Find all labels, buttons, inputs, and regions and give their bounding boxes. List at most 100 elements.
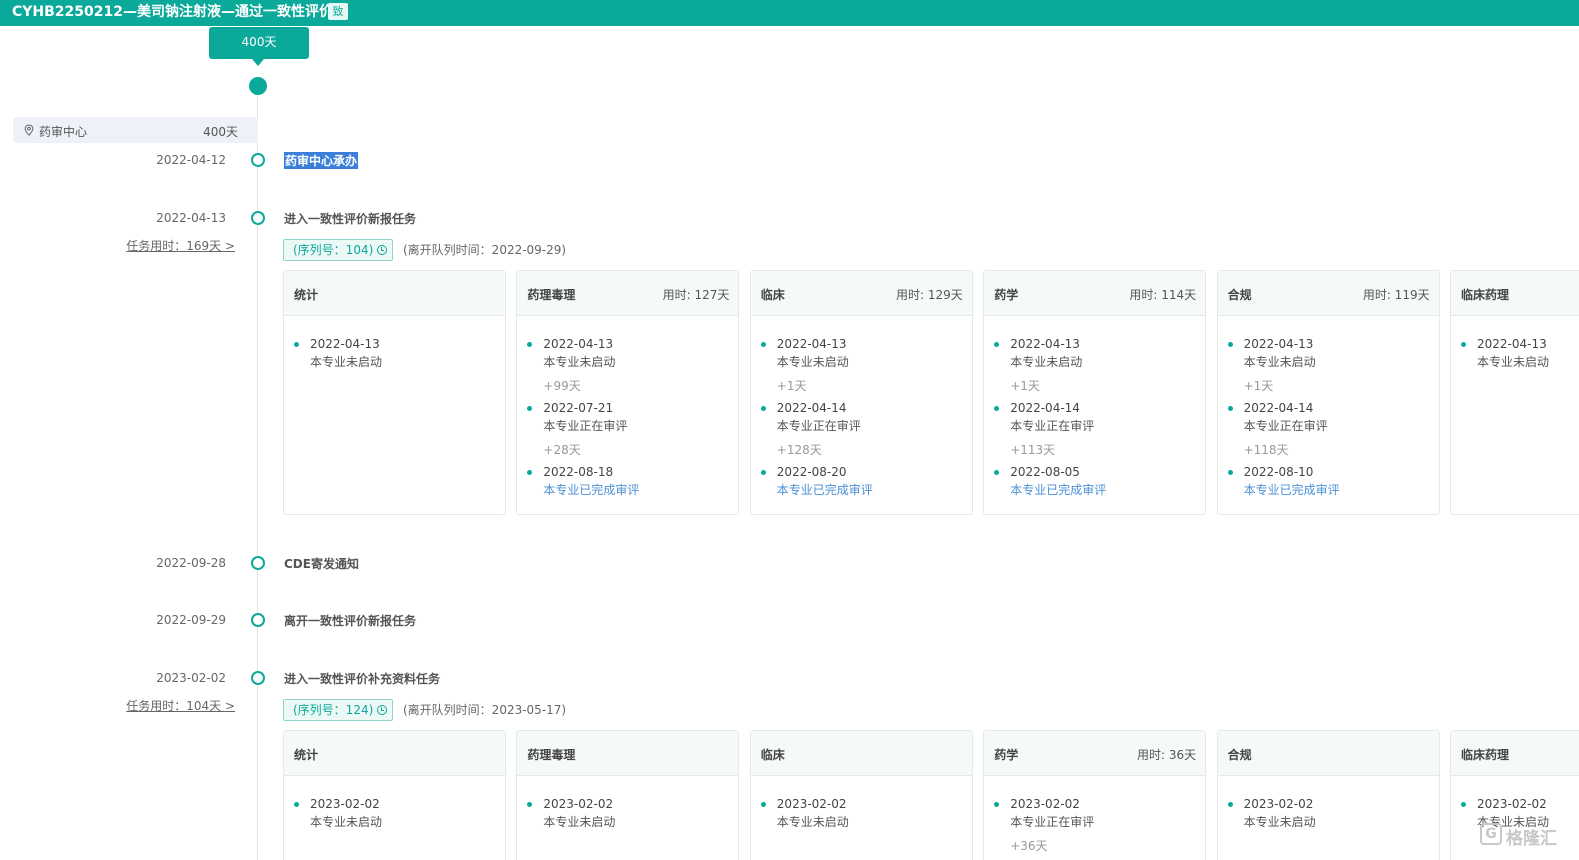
review-card: 合规 用时: 119天 2022-04-13 本专业未启动 2022-04-14 本专业正…: [1216, 270, 1440, 515]
card-header: 合规: [1217, 731, 1439, 776]
review-card: 药学 用时: 114天 2022-04-13 本专业未启动 2022-04-14 本专业正…: [983, 270, 1207, 515]
step-date: 2022-04-13: [1243, 337, 1314, 351]
time-used: 用时: 36天: [1137, 748, 1197, 762]
bullet-dot: [294, 342, 299, 347]
step-date: 2022-08-18: [543, 465, 614, 479]
bullet-dot: [760, 342, 766, 347]
discipline-name: 临床: [760, 748, 785, 762]
review-card: 临床 用时: 129天 2022-04-13 本专业未启动 2022-04-14 本专业正…: [749, 270, 973, 515]
card-header: 临床 用时: 129天: [750, 271, 972, 316]
timeline-event: 2023-02-02 进入一致性评价补充资料任务: [0, 669, 1579, 689]
step-status: 本专业未启动: [310, 815, 383, 829]
task-duration-link[interactable]: 任务用时：169天 >: [0, 237, 235, 254]
event-date: 2022-09-28: [156, 556, 226, 570]
discipline-name: 药理毒理: [527, 748, 576, 762]
bullet-dot: [1461, 342, 1466, 347]
bullet-dot: [527, 802, 533, 807]
review-card: 合规 2023-02-02 本专业未启动: [1216, 730, 1440, 860]
card-header: 药学 用时: 114天: [984, 271, 1206, 316]
clock-icon: [377, 245, 388, 255]
step-date: 2022-08-20: [776, 465, 847, 479]
sequence-number: (序列号：104): [293, 243, 374, 257]
event-node: [251, 671, 265, 685]
timeline-start-node[interactable]: [249, 77, 267, 95]
watermark-logo-icon: G: [1480, 823, 1502, 845]
elapsed-days: +1天: [776, 379, 807, 393]
bullet-dot: [527, 406, 533, 411]
sequence-tag[interactable]: (序列号：104): [283, 239, 393, 261]
card-header: 药学 用时: 36天: [984, 731, 1206, 776]
discipline-name: 临床药理: [1461, 748, 1510, 762]
watermark: G 格隆汇: [1480, 820, 1570, 850]
time-used: 用时: 127天: [662, 288, 730, 302]
discipline-name: 临床: [760, 288, 785, 302]
review-card: 药理毒理 2023-02-02 本专业未启动: [516, 730, 740, 860]
step-status: 本专业已完成审评: [543, 483, 640, 497]
bullet-dot: [527, 342, 533, 347]
step-status: 本专业未启动: [1010, 355, 1083, 369]
bullet-dot: [294, 802, 299, 807]
review-center-bar: 药审中心 400天: [13, 117, 258, 143]
bullet-dot: [1227, 802, 1233, 807]
card-header: 药理毒理: [517, 731, 739, 776]
event-date: 2023-02-02: [156, 671, 226, 685]
review-cards: 统计 2023-02-02 本专业未启动 药理毒理 2023-02-02 本专业未启动 临床…: [283, 730, 1579, 860]
step-date: 2023-02-02: [1243, 797, 1314, 811]
review-card: 药理毒理 用时: 127天 2022-04-13 本专业未启动 2022-07-21 本专…: [516, 270, 740, 515]
elapsed-days: +99天: [543, 379, 581, 393]
step-status: 本专业正在审评: [543, 419, 628, 433]
event-label: 药审中心承办: [284, 152, 359, 169]
total-days-tooltip: 400天: [209, 27, 309, 59]
step-date: 2022-04-13: [310, 337, 380, 351]
title-bar: CYHB2250212—美司钠注射液—通过一致性评价 致: [0, 0, 1579, 26]
bullet-dot: [994, 470, 1000, 475]
discipline-name: 临床药理: [1461, 288, 1510, 302]
review-card: 统计 2023-02-02 本专业未启动: [283, 730, 506, 860]
elapsed-days: +128天: [776, 443, 822, 457]
review-center-name: 药审中心: [39, 125, 88, 139]
step-status: 本专业未启动: [776, 815, 849, 829]
location-pin-icon: [24, 124, 34, 136]
elapsed-days: +113天: [1010, 443, 1056, 457]
review-card: 临床药理 2022-04-13 本专业未启动: [1450, 270, 1579, 515]
status-badge: 致: [328, 3, 348, 20]
card-header: 统计: [284, 731, 505, 776]
timeline-event: 2022-04-12 药审中心承办: [0, 151, 1579, 171]
step-date: 2022-04-13: [1010, 337, 1080, 351]
discipline-name: 合规: [1227, 748, 1252, 762]
step-date: 2022-08-10: [1243, 465, 1314, 479]
watermark-text: 格隆汇: [1506, 829, 1557, 849]
event-node: [251, 211, 265, 225]
card-header: 临床药理: [1451, 731, 1579, 776]
timeline-event: 2022-09-28 CDE寄发通知: [0, 554, 1579, 574]
event-node: [251, 153, 265, 167]
card-header: 合规 用时: 119天: [1217, 271, 1439, 316]
discipline-name: 合规: [1227, 288, 1252, 302]
event-label: CDE寄发通知: [284, 557, 359, 571]
card-header: 临床: [750, 731, 972, 776]
event-node: [251, 556, 265, 570]
elapsed-days: +118天: [1243, 443, 1289, 457]
bullet-dot: [994, 406, 1000, 411]
bullet-dot: [994, 342, 1000, 347]
card-header: 统计: [284, 271, 505, 316]
step-status: 本专业正在审评: [1010, 815, 1095, 829]
step-status: 本专业未启动: [1477, 355, 1550, 369]
elapsed-days: +1天: [1243, 379, 1274, 393]
clock-icon: [377, 705, 388, 715]
discipline-name: 药理毒理: [527, 288, 576, 302]
step-status: 本专业未启动: [1243, 355, 1316, 369]
bullet-dot: [994, 802, 1000, 807]
sequence-tag[interactable]: (序列号：124): [283, 699, 393, 721]
step-date: 2022-04-14: [1010, 401, 1080, 415]
sequence-number: (序列号：124): [293, 703, 374, 717]
bullet-dot: [1227, 406, 1233, 411]
task-duration-link[interactable]: 任务用时：104天 >: [0, 697, 235, 714]
time-used: 用时: 119天: [1362, 288, 1430, 302]
event-date: 2022-04-12: [156, 153, 226, 167]
review-card: 药学 用时: 36天 2023-02-02 本专业正在审评 +36天: [983, 730, 1207, 860]
elapsed-days: +28天: [543, 443, 581, 457]
step-date: 2023-02-02: [1010, 797, 1080, 811]
review-card: 统计 2022-04-13 本专业未启动: [283, 270, 506, 515]
bullet-dot: [527, 470, 533, 475]
